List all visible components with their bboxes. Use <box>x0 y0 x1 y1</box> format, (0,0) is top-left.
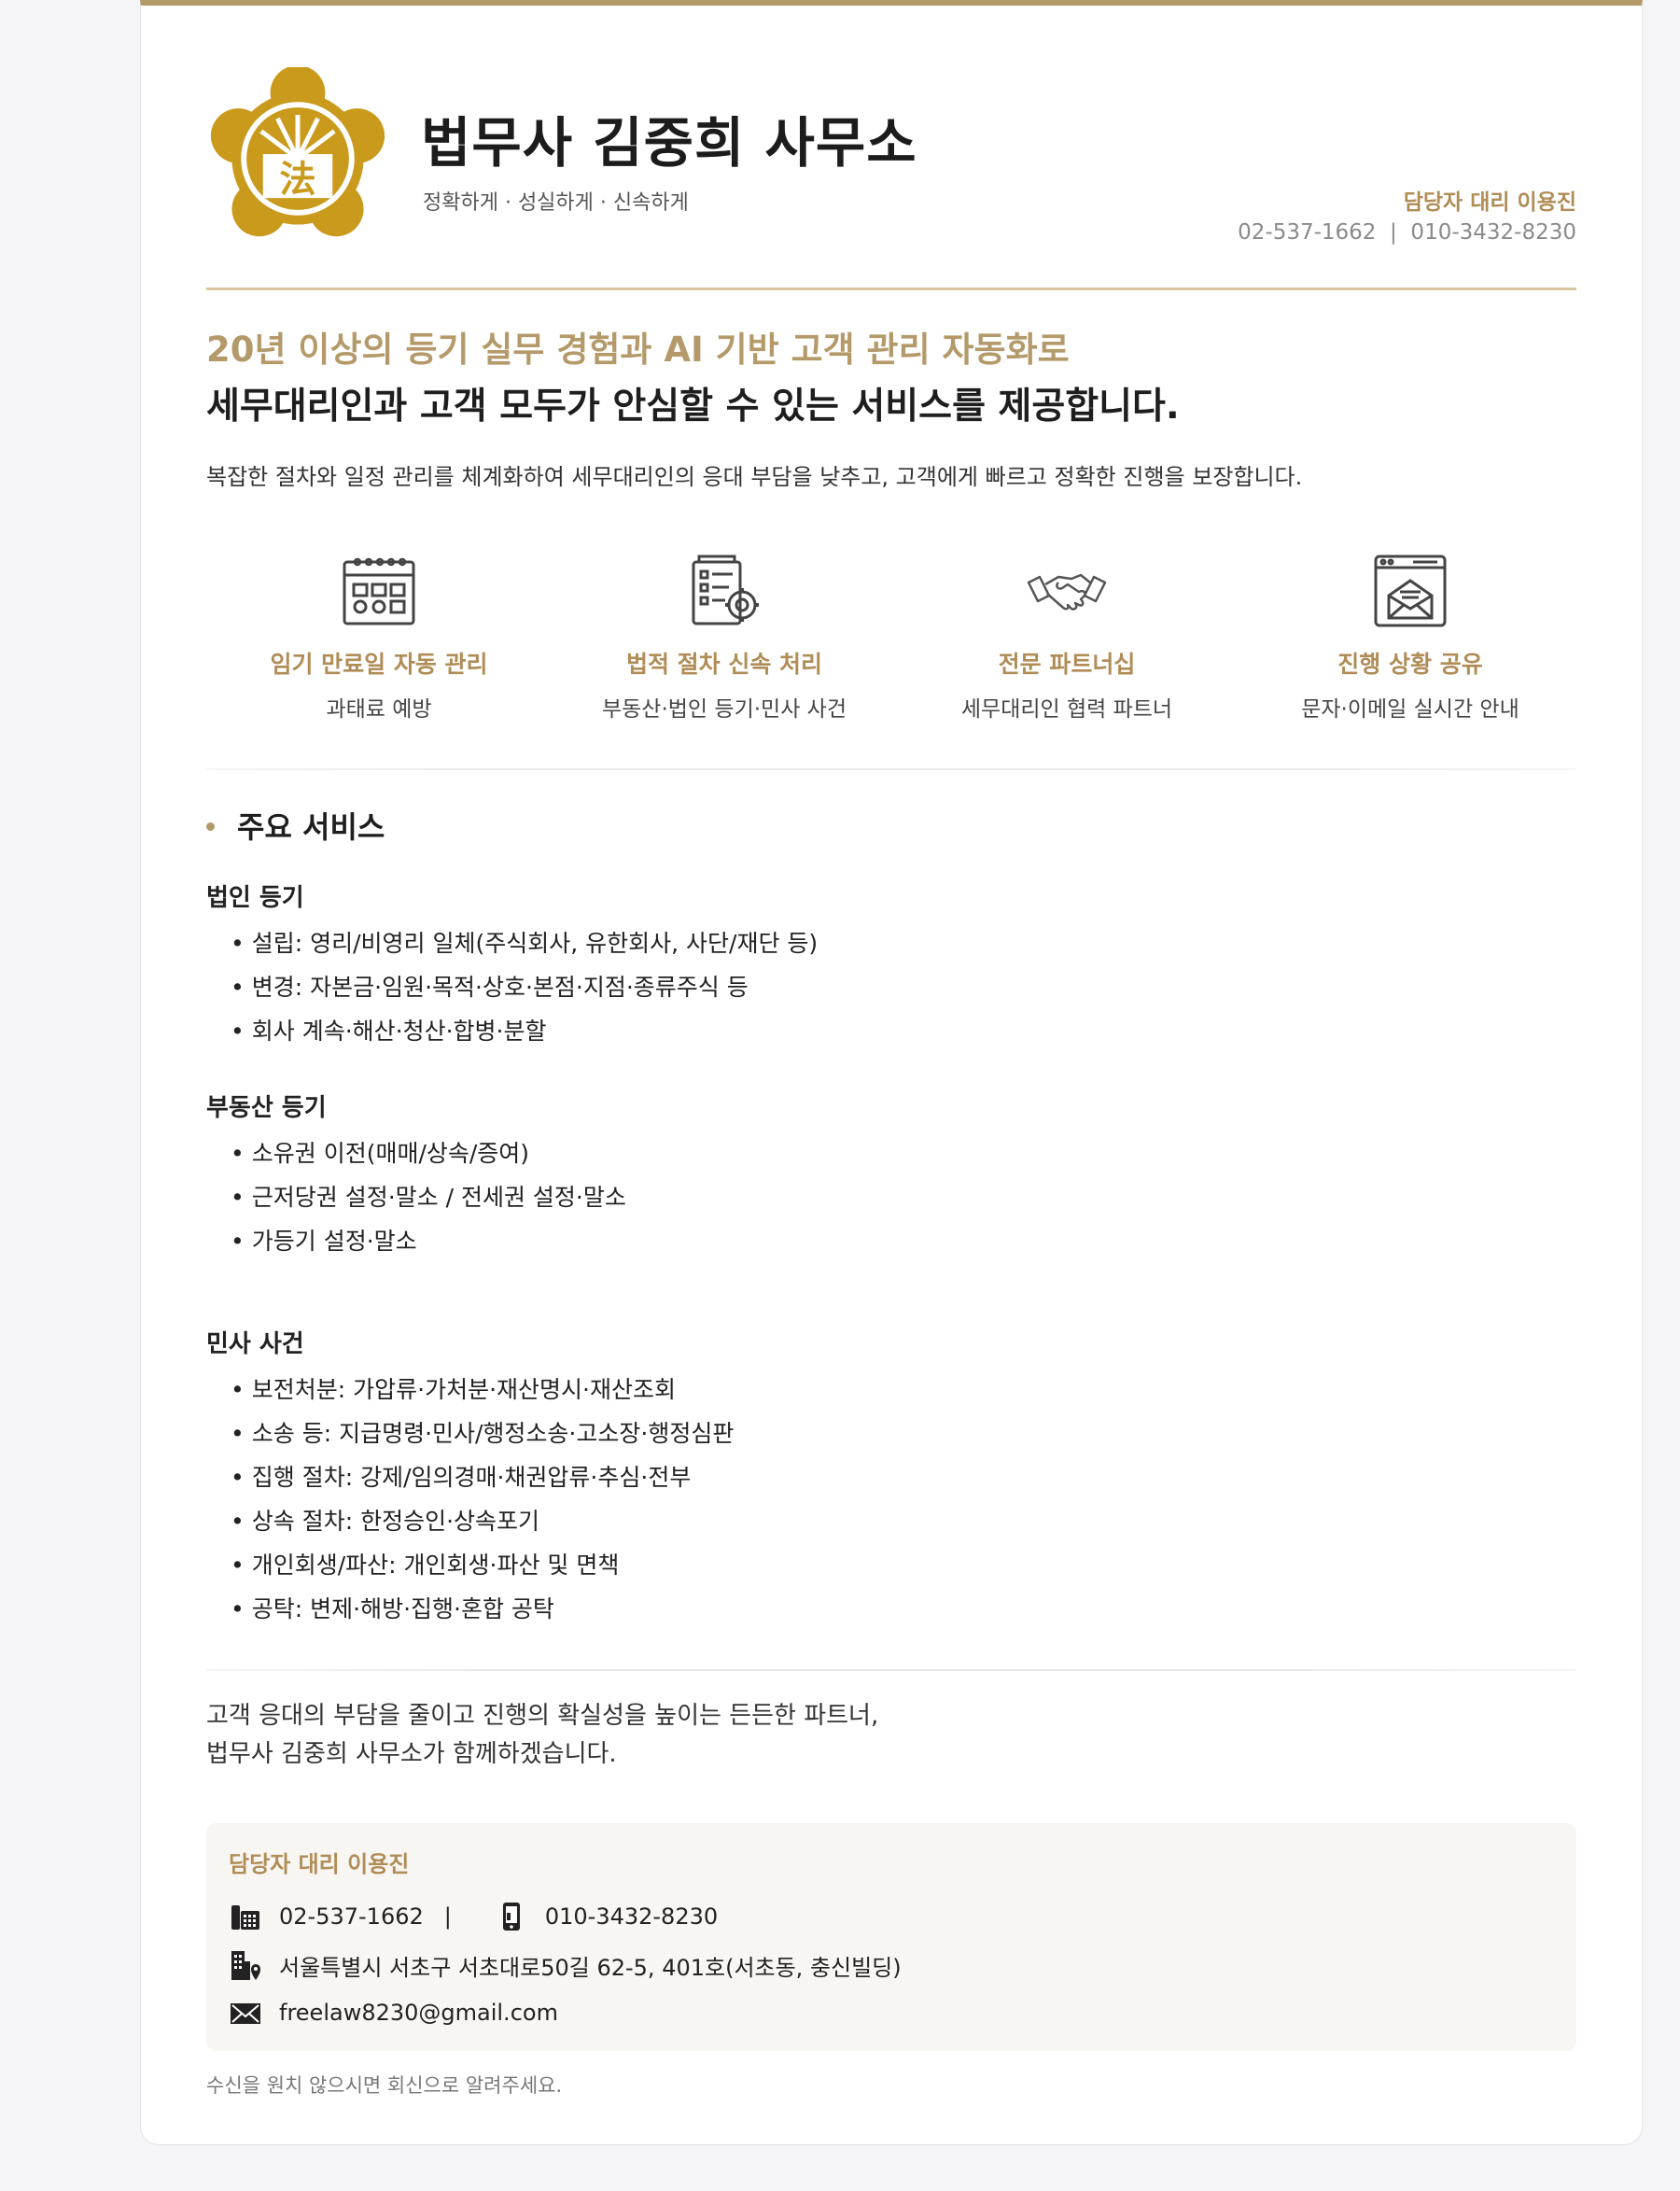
service-group-title: 법인 등기 <box>206 884 304 912</box>
address-row: 서울특별시 서초구 서초대로50길 62-5, 401호(서초동, 충신빌딩) <box>229 1948 902 1982</box>
email-card: 法 법무사 김중희 사무소 정확하게 · 성실하게 · 신속하게 담당자 대리 … <box>140 0 1643 2145</box>
lead-headline: 20년 이상의 등기 실무 경험과 AI 기반 고객 관리 자동화로 <box>206 330 1070 370</box>
envelope-icon <box>231 2003 260 2024</box>
header-divider <box>206 288 1576 290</box>
email-row: freelaw8230@gmail.com <box>229 1996 558 2029</box>
feature-row: 임기 만료일 자동 관리 과태료 예방 법적 절차 신속 처리 부동산·법인 등… <box>206 549 1576 726</box>
contact-box: 담당자 대리 이용진 02-537-1662 | 010-3432-8230 서… <box>206 1823 1576 2051</box>
list-item: 공탁: 변제·해방·집행·혼합 공탁 <box>231 1587 734 1631</box>
list-item: 상속 절차: 한정승인·상속포기 <box>231 1499 734 1543</box>
list-item: 소송 등: 지급명령·민사/행정소송·고소장·행정심판 <box>231 1412 735 1455</box>
law-seal-logo-icon: 法 <box>210 67 385 237</box>
feature-title: 진행 상황 공유 <box>1337 651 1483 678</box>
feature-subtitle: 과태료 예방 <box>326 697 432 722</box>
unsubscribe-note: 수신을 원치 않으시면 회신으로 알려주세요. <box>206 2074 563 2097</box>
list-item: 회사 계속·해산·청산·합병·분할 <box>231 1009 818 1053</box>
feature-title: 법적 절차 신속 처리 <box>625 651 823 678</box>
feature-subtitle: 세무대리인 협력 파트너 <box>960 697 1173 722</box>
list-item: 집행 절차: 강제/임의경매·채권압류·추심·전부 <box>231 1455 734 1499</box>
feature-subtitle: 문자·이메일 실시간 안내 <box>1301 697 1519 722</box>
section-divider <box>206 1669 1576 1671</box>
contact-person: 담당자 대리 이용진 <box>1403 190 1576 215</box>
feature-subtitle: 부동산·법인 등기·민사 사건 <box>601 697 847 722</box>
services-heading: 주요 서비스 <box>206 804 385 847</box>
mail-window-icon <box>1374 555 1447 627</box>
feature-title: 전문 파트너십 <box>998 651 1136 678</box>
office-phone-link[interactable]: 02-537-1662 <box>279 1903 424 1930</box>
office-phone-icon <box>231 1905 259 1930</box>
feature-item: 임기 만료일 자동 관리 과태료 예방 <box>220 549 538 723</box>
service-group-title: 민사 사건 <box>206 1330 304 1358</box>
list-item: 가등기 설정·말소 <box>231 1219 626 1263</box>
document-gear-icon <box>692 555 759 625</box>
list-item: 변경: 자본금·임원·목적·상호·본점·지점·종류주식 등 <box>231 965 818 1009</box>
handshake-icon <box>1027 573 1107 611</box>
closing-message: 고객 응대의 부담을 줄이고 진행의 확실성을 높이는 든든한 파트너, 법무사… <box>206 1702 879 1768</box>
service-list: 보전처분: 가압류·가처분·재산명시·재산조회 소송 등: 지급명령·민사/행정… <box>231 1368 735 1631</box>
list-item: 설립: 영리/비영리 일체(주식회사, 유한회사, 사단/재단 등) <box>231 921 818 965</box>
list-item: 보전처분: 가압류·가처분·재산명시·재산조회 <box>231 1368 734 1412</box>
feature-item: 진행 상황 공유 문자·이메일 실시간 안내 <box>1252 549 1569 723</box>
calendar-icon <box>343 557 415 625</box>
feature-item: 전문 파트너십 세무대리인 협력 파트너 <box>908 549 1225 723</box>
feature-title: 임기 만료일 자동 관리 <box>270 651 488 678</box>
phone-separator: | <box>443 1903 452 1930</box>
feature-item: 법적 절차 신속 처리 부동산·법인 등기·민사 사건 <box>566 549 883 723</box>
svg-text:法: 法 <box>279 158 315 201</box>
list-item: 소유권 이전(매매/상속/증여) <box>231 1131 626 1175</box>
office-title: 법무사 김중희 사무소 <box>421 111 917 175</box>
service-group-title: 부동산 등기 <box>206 1094 327 1122</box>
intro-description: 복잡한 절차와 일정 관리를 체계화하여 세무대리인의 응대 부담을 낮추고, … <box>206 464 1303 490</box>
bullet-dot-icon <box>206 822 215 831</box>
list-item: 근저당권 설정·말소 / 전세권 설정·말소 <box>231 1175 626 1219</box>
email-link[interactable]: freelaw8230@gmail.com <box>279 2000 558 2026</box>
sub-headline: 세무대리인과 고객 모두가 안심할 수 있는 서비스를 제공합니다. <box>206 386 1180 428</box>
service-list: 소유권 이전(매매/상속/증여) 근저당권 설정·말소 / 전세권 설정·말소 … <box>231 1131 626 1263</box>
list-item: 개인회생/파산: 개인회생·파산 및 면책 <box>231 1543 734 1587</box>
section-divider <box>206 768 1576 770</box>
service-list: 설립: 영리/비영리 일체(주식회사, 유한회사, 사단/재단 등) 변경: 자… <box>231 921 818 1053</box>
contact-box-name: 담당자 대리 이용진 <box>229 1851 410 1877</box>
contact-phones: 02-537-1662 | 010-3432-8230 <box>1238 220 1576 245</box>
slogan: 정확하게 · 성실하게 · 신속하게 <box>423 191 689 215</box>
phone-row: 02-537-1662 | 010-3432-8230 <box>229 1900 718 1933</box>
building-location-icon <box>231 1951 260 1980</box>
mobile-phone-icon <box>502 1903 520 1931</box>
mobile-phone-link[interactable]: 010-3432-8230 <box>545 1903 718 1930</box>
address: 서울특별시 서초구 서초대로50길 62-5, 401호(서초동, 충신빌딩) <box>279 1954 902 1981</box>
